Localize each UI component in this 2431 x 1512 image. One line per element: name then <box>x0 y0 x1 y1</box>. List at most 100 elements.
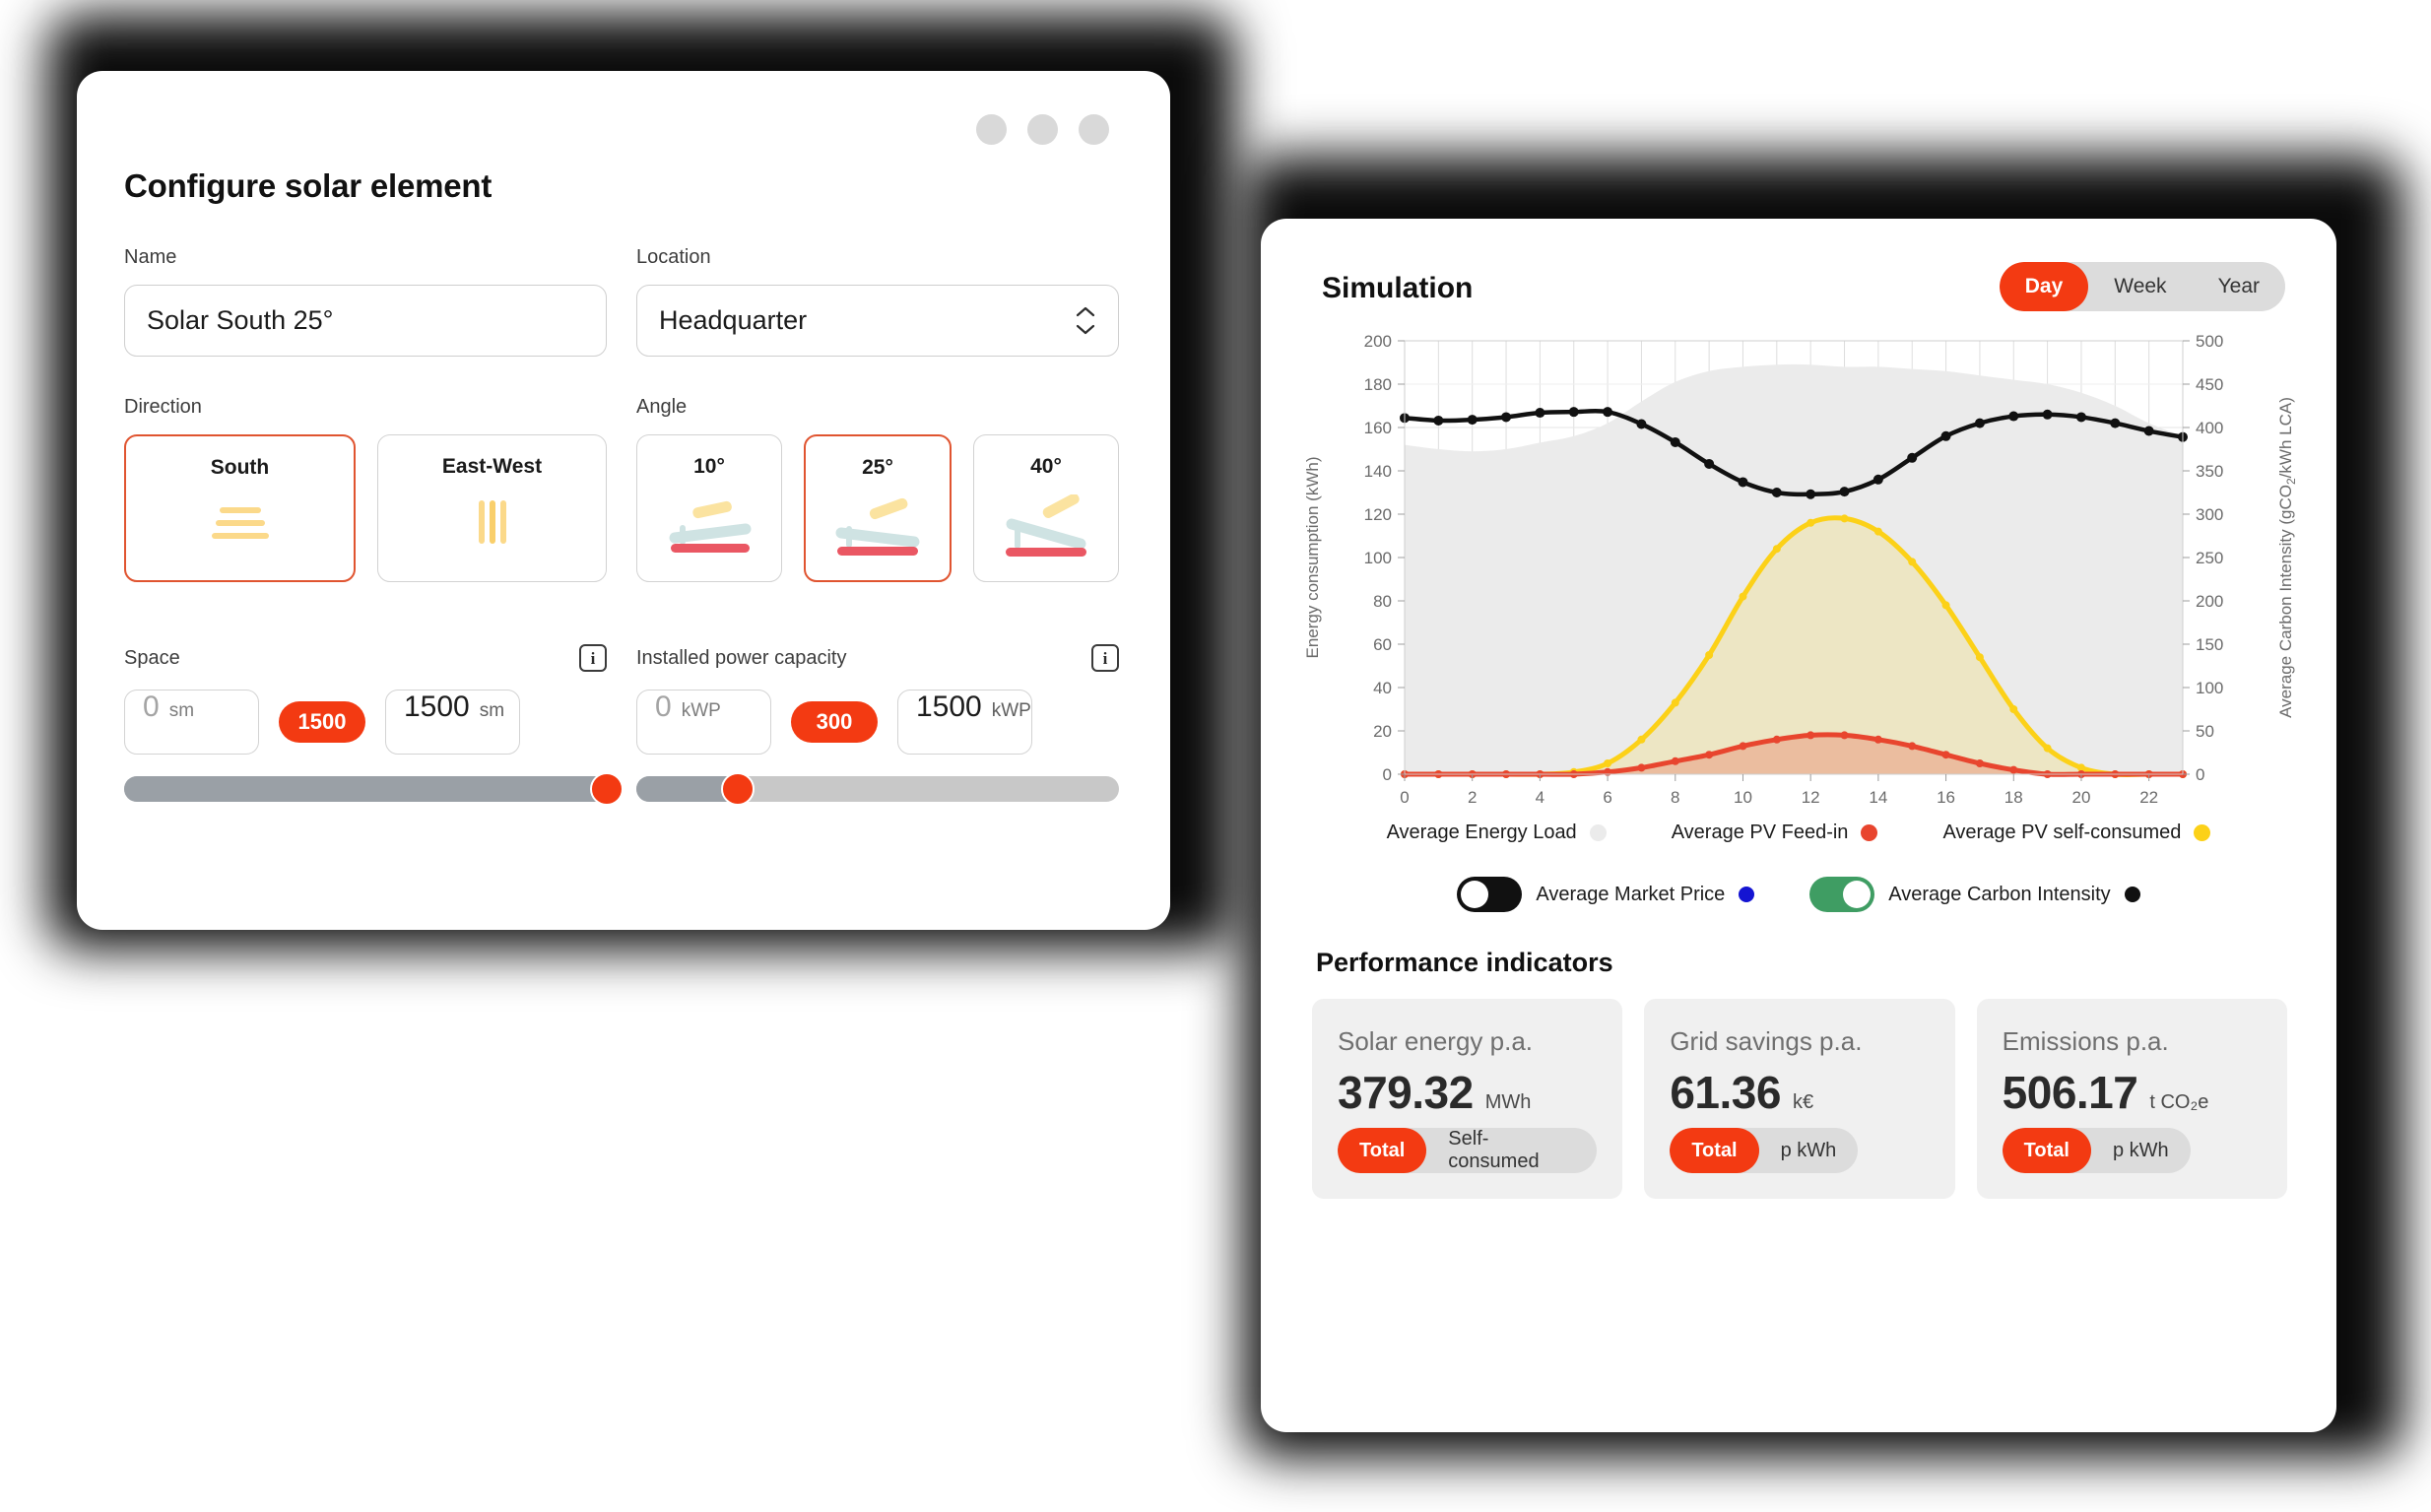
direction-angle-row: Direction South East-West Angle 10° 25° … <box>124 396 1119 582</box>
tab-day[interactable]: Day <box>1999 262 2089 311</box>
svg-text:0: 0 <box>1383 765 1392 784</box>
kpi-unit-emissions: t CO₂e <box>2149 1091 2209 1113</box>
window-dot-1[interactable] <box>976 114 1007 145</box>
capacity-max-input[interactable]: 1500 kWP <box>897 690 1032 755</box>
svg-text:450: 450 <box>2196 375 2223 394</box>
svg-text:140: 140 <box>1364 462 1392 481</box>
svg-text:50: 50 <box>2196 722 2214 741</box>
capacity-max-value: 1500 <box>916 690 982 723</box>
space-badge[interactable]: 1500 <box>279 701 365 743</box>
capacity-max-unit: kWP <box>991 700 1031 721</box>
svg-text:6: 6 <box>1603 788 1611 807</box>
space-group: Space i 0 sm 1500 1500 sm <box>124 644 624 806</box>
space-min-input[interactable]: 0 sm <box>124 690 259 755</box>
capacity-min-input[interactable]: 0 kWP <box>636 690 771 755</box>
direction-option-east-west[interactable]: East-West <box>377 434 607 582</box>
chevron-updown-icon <box>1075 306 1096 335</box>
direction-label: Direction <box>124 396 202 418</box>
tab-year[interactable]: Year <box>2193 262 2285 311</box>
legend-swatch-pv-self-consumed <box>2194 824 2211 841</box>
space-slider[interactable] <box>124 772 624 806</box>
capacity-min-value: 0 <box>655 690 672 723</box>
kpi-number-grid-savings: 61.36 <box>1670 1067 1781 1118</box>
kpi-seg-per-kwh-emissions[interactable]: p kWh <box>2091 1128 2191 1173</box>
legend-item-pv-feed-in-label: Average PV Feed-in <box>1671 822 1849 843</box>
kpi-label-grid-savings: Grid savings p.a. <box>1670 1026 1863 1056</box>
direction-option-east-west-label: East-West <box>441 455 543 478</box>
toggle-row-market-price: Average Market Price <box>1457 877 1755 912</box>
capacity-label: Installed power capacity <box>636 646 847 669</box>
direction-option-south[interactable]: South <box>124 434 356 582</box>
svg-text:180: 180 <box>1364 375 1392 394</box>
direction-option-south-label: South <box>210 456 270 479</box>
kpi-seg-total-solar-energy[interactable]: Total <box>1338 1128 1427 1173</box>
simulation-title: Simulation <box>1322 272 1474 304</box>
toggle-market-price[interactable] <box>1457 877 1523 912</box>
kpi-value-emissions: 506.17 t CO₂e <box>2003 1066 2262 1119</box>
capacity-inputs: 0 kWP 300 1500 kWP <box>636 690 1119 755</box>
kpi-unit-grid-savings: k€ <box>1792 1091 1814 1113</box>
horizontal-lines-icon <box>206 495 275 556</box>
angle-group: Angle 10° 25° 40° <box>636 396 1119 582</box>
kpi-label-emissions: Emissions p.a. <box>2002 1026 2169 1056</box>
svg-text:14: 14 <box>1869 788 1887 807</box>
kpi-seg-self-consumed-solar-energy[interactable]: Self-consumed <box>1426 1128 1597 1173</box>
angle-option-40[interactable]: 40° <box>973 434 1119 582</box>
capacity-min-unit: kWP <box>681 700 721 721</box>
simulation-chart[interactable]: 0 20 40 60 80 100 120 140 160 180 200 0 50 100 150 200 2… <box>1288 327 2309 820</box>
kpi-value-grid-savings: 61.36 k€ <box>1670 1066 1929 1119</box>
capacity-header: Installed power capacity i <box>636 644 1119 672</box>
window-dot-2[interactable] <box>1027 114 1058 145</box>
angle-option-25[interactable]: 25° <box>804 434 952 582</box>
chart-canvas: 0204060801001201401601802000501001502002… <box>1303 332 2298 807</box>
svg-text:200: 200 <box>2196 592 2223 611</box>
location-select[interactable]: Headquarter <box>636 285 1119 357</box>
kpi-seg-per-kwh-grid-savings[interactable]: p kWh <box>1759 1128 1859 1173</box>
kpi-segmented-solar-energy: Total Self-consumed <box>1338 1128 1598 1173</box>
svg-text:20: 20 <box>1373 722 1392 741</box>
performance-indicators-title: Performance indicators <box>1316 948 1613 977</box>
chart-toggles: Average Market Price Average Carbon Inte… <box>1261 877 2336 912</box>
toggle-knob <box>1843 881 1872 908</box>
capacity-slider-knob[interactable] <box>720 772 755 806</box>
kpi-seg-total-grid-savings[interactable]: Total <box>1670 1128 1759 1173</box>
toggle-market-price-label: Average Market Price <box>1536 883 1726 905</box>
kpi-seg-total-emissions[interactable]: Total <box>2002 1128 2091 1173</box>
info-icon-space[interactable]: i <box>579 644 607 672</box>
name-input[interactable]: Solar South 25° <box>124 285 607 357</box>
panel-tilt-40-icon <box>992 493 1100 568</box>
space-min-unit: sm <box>168 700 195 721</box>
direction-group: Direction South East-West <box>124 396 607 582</box>
legend-item-pv-self-consumed-label: Average PV self-consumed <box>1942 822 2182 843</box>
kpi-value-solar-energy: 379.32 MWh <box>1338 1066 1597 1119</box>
space-slider-knob[interactable] <box>590 772 624 806</box>
legend-item-energy-load[interactable]: Average Energy Load <box>1387 822 1607 844</box>
legend-item-pv-self-consumed[interactable]: Average PV self-consumed <box>1942 822 2211 844</box>
info-icon-capacity[interactable]: i <box>1091 644 1119 672</box>
legend-swatch-pv-feed-in <box>1861 824 1878 841</box>
name-field-group: Name Solar South 25° <box>124 246 607 357</box>
legend-swatch-energy-load <box>1589 824 1607 841</box>
capacity-group: Installed power capacity i 0 kWP 300 150… <box>636 644 1119 806</box>
legend-item-pv-feed-in[interactable]: Average PV Feed-in <box>1672 822 1878 844</box>
window-controls-left[interactable] <box>976 114 1109 145</box>
capacity-badge[interactable]: 300 <box>791 701 878 743</box>
location-field-group: Location Headquarter <box>636 246 1119 357</box>
angle-option-10[interactable]: 10° <box>636 434 782 582</box>
svg-text:12: 12 <box>1802 788 1820 807</box>
configure-solar-element-card: Configure solar element Name Solar South… <box>77 71 1170 930</box>
kpi-number-solar-energy: 379.32 <box>1338 1067 1474 1118</box>
panel-tilt-25-icon <box>823 495 932 569</box>
space-max-input[interactable]: 1500 sm <box>385 690 520 755</box>
tab-week[interactable]: Week <box>2088 262 2192 311</box>
window-dot-3[interactable] <box>1079 114 1109 145</box>
simulation-card: Simulation Day Week Year 0 20 40 60 80 100 120… <box>1261 219 2336 1432</box>
svg-text:8: 8 <box>1671 788 1679 807</box>
angle-option-40-label: 40° <box>1030 455 1062 478</box>
name-input-value: Solar South 25° <box>147 305 334 335</box>
kpi-number-emissions: 506.17 <box>2002 1067 2138 1118</box>
toggle-carbon-intensity[interactable] <box>1809 877 1875 912</box>
kpi-segmented-emissions: Total p kWh <box>2002 1128 2191 1173</box>
legend-item-energy-load-label: Average Energy Load <box>1386 822 1577 843</box>
capacity-slider[interactable] <box>636 772 1119 806</box>
